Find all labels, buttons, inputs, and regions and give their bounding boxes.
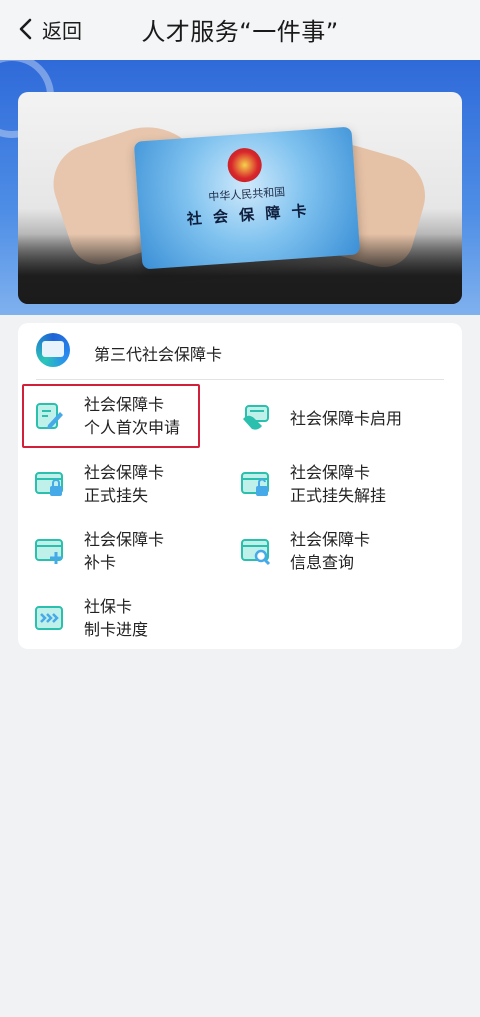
- item-line2: 补卡: [84, 553, 117, 572]
- item-line2: 个人首次申请: [84, 418, 181, 437]
- divider: [36, 379, 444, 380]
- edit-document-icon: [36, 403, 63, 429]
- service-panel: 第三代社会保障卡 社会保障卡 个人首次申请 社会保障卡启用 社会保障卡 正式挂失…: [18, 323, 462, 649]
- item-line2: 信息查询: [290, 553, 355, 572]
- nav-bar: 返回 人才服务“一件事”: [0, 0, 480, 60]
- page-title: 人才服务“一件事”: [141, 18, 339, 46]
- service-item-first-application[interactable]: 社会保障卡 个人首次申请: [34, 393, 180, 439]
- service-item-report-loss[interactable]: 社会保障卡 正式挂失: [34, 461, 164, 507]
- item-line1: 社会保障卡: [290, 530, 371, 549]
- card-activate-icon: [243, 405, 269, 430]
- service-item-card-activation[interactable]: 社会保障卡启用: [240, 403, 402, 433]
- third-gen-card-logo-icon: [36, 333, 70, 367]
- service-item-replacement[interactable]: 社会保障卡 补卡: [34, 528, 164, 574]
- item-line1: 社会保障卡: [84, 530, 165, 549]
- service-item-info-query[interactable]: 社会保障卡 信息查询: [240, 528, 370, 574]
- item-line2: 正式挂失: [84, 486, 149, 505]
- card-search-icon: [241, 539, 271, 566]
- social-security-card-image: 中华人民共和国 社 会 保 障 卡: [133, 126, 361, 270]
- service-item-card-progress[interactable]: 社保卡 制卡进度: [34, 595, 148, 641]
- item-line1: 社会保障卡: [84, 395, 165, 414]
- card-unlock-icon: [241, 472, 269, 496]
- banner-image: 中华人民共和国 社 会 保 障 卡: [18, 92, 462, 304]
- item-line1: 社保卡: [84, 597, 133, 616]
- card-add-icon: [35, 539, 63, 564]
- item-line1: 社会保障卡: [84, 463, 165, 482]
- item-line1: 社会保障卡启用: [290, 408, 403, 428]
- item-line2: 正式挂失解挂: [290, 486, 387, 505]
- item-line1: 社会保障卡: [290, 463, 371, 482]
- national-emblem-icon: [226, 146, 263, 184]
- panel-title: 第三代社会保障卡: [94, 345, 223, 364]
- panel-header: 第三代社会保障卡: [18, 323, 462, 379]
- progress-icon: [35, 606, 63, 630]
- card-lock-icon: [35, 472, 63, 496]
- service-item-cancel-loss[interactable]: 社会保障卡 正式挂失解挂: [240, 461, 386, 507]
- item-line2: 制卡进度: [84, 620, 149, 639]
